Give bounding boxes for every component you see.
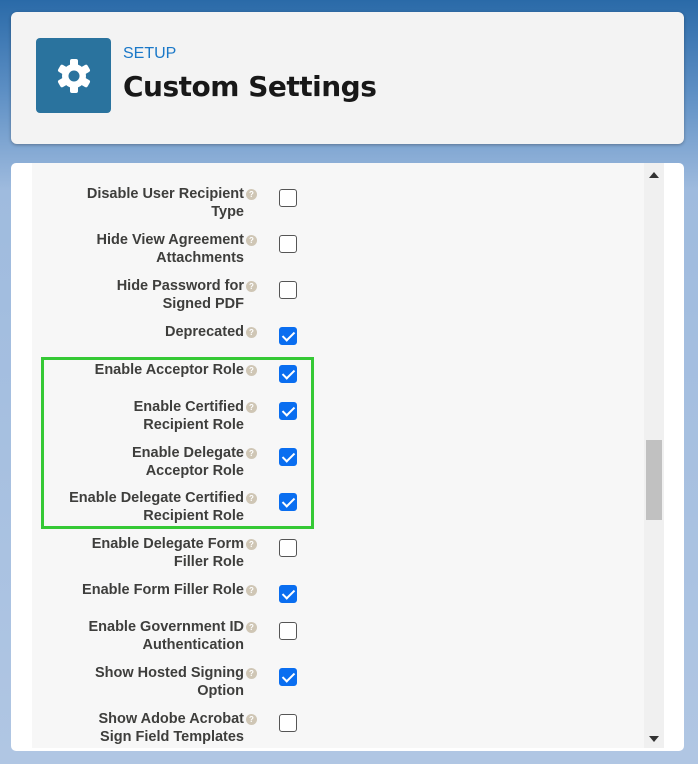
- setting-label: Provisioning: [32, 163, 244, 165]
- scroll-down-icon[interactable]: [649, 736, 659, 742]
- highlight-box: [41, 357, 314, 529]
- setting-label-line: Hide Password for: [116, 278, 244, 294]
- setting-label-line: Filler Role: [173, 554, 244, 570]
- setting-label-line: Provisioning: [32, 163, 244, 165]
- setting-label-line: Type: [211, 204, 244, 220]
- setting-checkbox[interactable]: [279, 327, 297, 345]
- setting-label-line: Show Hosted Signing: [94, 665, 244, 681]
- setting-label-line: Hide View Agreement: [96, 232, 244, 248]
- help-icon[interactable]: ?: [246, 585, 257, 596]
- setup-gear-icon: [36, 38, 111, 113]
- setting-label: Enable Form Filler Role: [32, 581, 244, 599]
- help-icon[interactable]: ?: [246, 189, 257, 200]
- setting-label-line: Sign Field Templates: [100, 729, 244, 745]
- setting-checkbox[interactable]: [279, 189, 297, 207]
- setting-row: Disable User Recipient Type?: [32, 178, 644, 221]
- setting-label: Disable User Recipient Type: [32, 185, 244, 221]
- setting-label-line: Enable Form Filler Role: [82, 582, 244, 598]
- setting-label: Deprecated: [32, 323, 244, 341]
- setting-checkbox[interactable]: [279, 235, 297, 253]
- setting-label: Show Adobe Acrobat Sign Field Templates: [32, 710, 244, 746]
- setting-label-line: Authentication: [142, 637, 245, 653]
- setting-label: Hide View Agreement Attachments: [32, 231, 244, 267]
- help-icon[interactable]: ?: [246, 622, 257, 633]
- setting-label-line: Enable Government ID: [88, 619, 244, 635]
- setting-label-line: Option: [197, 683, 244, 699]
- setting-row: Show Adobe Acrobat Sign Field Templates?: [32, 703, 644, 746]
- setting-row: Hide Password for Signed PDF?: [32, 270, 644, 313]
- setting-label: Enable Government ID Authentication: [32, 618, 244, 654]
- help-icon[interactable]: ?: [246, 235, 257, 246]
- setting-label-line: Deprecated: [165, 324, 244, 340]
- setting-row: Enable Form Filler Role?: [32, 574, 644, 614]
- help-icon[interactable]: ?: [246, 327, 257, 338]
- help-icon[interactable]: ?: [246, 668, 257, 679]
- help-icon[interactable]: ?: [246, 281, 257, 292]
- setting-row: Hide View Agreement Attachments?: [32, 224, 644, 267]
- setting-row: Enable Government ID Authentication?: [32, 611, 644, 654]
- setting-label-line: Disable User Recipient: [86, 186, 244, 202]
- setting-label-line: Enable Delegate Form: [91, 536, 244, 552]
- setting-row: Show Hosted Signing Option?: [32, 657, 644, 700]
- setting-label: Enable Delegate Form Filler Role: [32, 535, 244, 571]
- setting-label-line: Attachments: [156, 250, 244, 266]
- help-icon[interactable]: ?: [246, 714, 257, 725]
- setting-label: Hide Password for Signed PDF: [32, 277, 244, 313]
- help-icon[interactable]: ?: [246, 539, 257, 550]
- page-title: Custom Settings: [123, 70, 377, 103]
- setting-checkbox[interactable]: [279, 539, 297, 557]
- setting-label: Show Hosted Signing Option: [32, 664, 244, 700]
- setting-checkbox[interactable]: [279, 668, 297, 686]
- setting-checkbox[interactable]: [279, 281, 297, 299]
- setting-checkbox[interactable]: [279, 714, 297, 732]
- scrollbar-thumb[interactable]: [646, 440, 662, 520]
- setting-label-line: Show Adobe Acrobat: [98, 711, 244, 727]
- settings-panel: ProvisioningDisable User RecipientType?H…: [11, 163, 684, 751]
- scrollbar[interactable]: [644, 163, 664, 748]
- scroll-up-icon[interactable]: [649, 172, 659, 178]
- page-header: SETUP Custom Settings: [11, 12, 684, 144]
- setting-checkbox[interactable]: [279, 622, 297, 640]
- setting-row: Enable Delegate Form Filler Role?: [32, 528, 644, 571]
- breadcrumb-setup: SETUP: [123, 45, 177, 62]
- setting-label-line: Signed PDF: [162, 296, 244, 312]
- setting-checkbox[interactable]: [279, 585, 297, 603]
- setting-row: Deprecated?: [32, 316, 644, 356]
